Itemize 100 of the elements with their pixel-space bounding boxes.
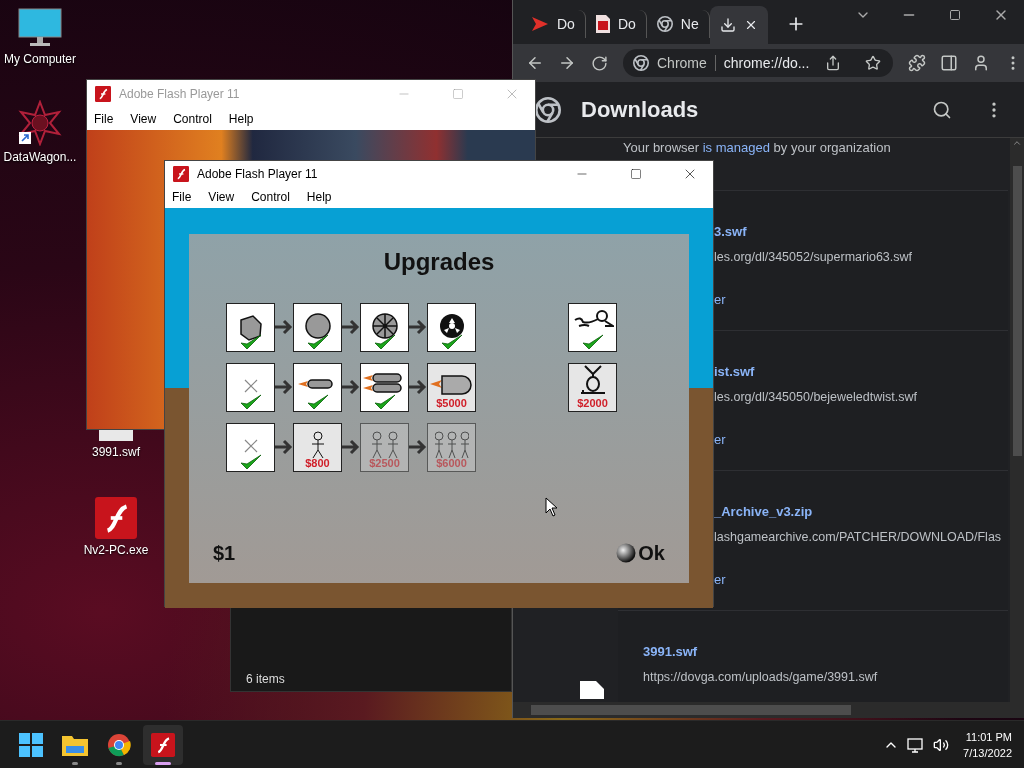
money-amount: $1	[213, 541, 236, 565]
upgrade-tile[interactable]	[293, 362, 342, 412]
upgrade-icon	[430, 374, 472, 395]
desktop-icon-label[interactable]: DataWagon...	[3, 150, 77, 164]
arrow-icon	[275, 379, 293, 395]
upgrade-icon	[574, 309, 614, 328]
upgrade-icon	[240, 314, 262, 341]
upgrade-tile[interactable]	[360, 362, 409, 412]
taskbar-button[interactable]	[143, 724, 183, 765]
upgrade-icon	[311, 430, 325, 459]
file-name-link[interactable]: 3991.swf	[643, 644, 1008, 659]
arrow-icon	[409, 379, 427, 395]
scroll-up-icon[interactable]	[1012, 138, 1022, 148]
flash-app-icon	[173, 165, 189, 182]
address-bar[interactable]: Chrome chrome://do...	[623, 49, 894, 77]
menu-item[interactable]: View	[130, 112, 157, 126]
status-text: 6 items	[245, 672, 285, 688]
download-icon	[719, 17, 736, 33]
browser-tab[interactable]: Ne	[646, 10, 710, 38]
monitor-icon	[18, 8, 62, 48]
checkmark-icon	[582, 333, 604, 350]
managed-notice: Your browser is managed by your organization	[623, 140, 891, 155]
clock-time[interactable]: 11:01 PM	[965, 728, 1012, 745]
volume-icon[interactable]	[933, 736, 950, 753]
managed-link[interactable]: is managed	[702, 140, 770, 155]
chrome-logo-icon	[535, 96, 561, 123]
pdf-file-icon	[595, 15, 610, 33]
flash-app-icon	[94, 497, 138, 539]
upgrade-icon	[580, 364, 606, 395]
show-in-folder-link[interactable]: er	[714, 292, 1008, 307]
arrow-icon	[409, 319, 427, 335]
chrome-logo-icon	[656, 16, 673, 32]
upgrade-icon	[244, 378, 258, 393]
show-in-folder-link[interactable]: er	[714, 432, 1008, 447]
clock-date[interactable]: 7/13/2022	[963, 744, 1012, 761]
chrome-logo-icon[interactable]	[107, 732, 131, 757]
upgrade-icon	[371, 430, 399, 459]
file-url: les.org/dl/345050/bejeweledtwist.swf	[714, 390, 918, 404]
file-url: lashgamearchive.com/PATCHER/DOWNLOAD/Flas	[714, 530, 1003, 544]
upgrade-icon	[298, 378, 333, 389]
mouse-cursor-icon	[545, 497, 559, 517]
upgrade-icon	[305, 312, 331, 339]
upgrade-icon	[244, 438, 258, 453]
browser-tab[interactable]	[709, 6, 768, 44]
page-title: Downloads	[581, 96, 700, 123]
checkmark-icon	[240, 333, 262, 350]
windows-start-icon[interactable]	[19, 732, 43, 757]
browser-tab[interactable]: Do	[521, 10, 586, 38]
ok-button[interactable]: Ok	[616, 541, 665, 565]
file-url: les.org/dl/345052/supermario63.swf	[714, 250, 914, 264]
upgrade-tile[interactable]	[360, 302, 409, 352]
file-name-link[interactable]: 3.swf	[714, 224, 1008, 239]
upgrade-icon	[363, 372, 402, 393]
checkmark-icon	[374, 393, 396, 410]
flash-app-icon[interactable]	[151, 732, 175, 757]
menu-item[interactable]: Control	[173, 112, 212, 126]
checkmark-icon	[441, 333, 463, 350]
upgrade-icon	[435, 430, 469, 459]
file-name-link[interactable]: _Archive_v3.zip	[714, 504, 1008, 519]
upgrade-tile[interactable]	[293, 302, 342, 352]
show-in-folder-link[interactable]: er	[714, 572, 1008, 587]
upgrade-tile[interactable]: $2000	[568, 362, 617, 412]
upgrade-tile[interactable]	[226, 362, 275, 412]
upgrade-tile[interactable]: $800	[293, 422, 342, 472]
vertical-scrollbar[interactable]	[1010, 138, 1024, 718]
upgrade-icon	[372, 312, 398, 339]
checkmark-icon	[307, 333, 329, 350]
file-name-link[interactable]: ist.swf	[714, 364, 1008, 379]
file-icon	[580, 681, 604, 699]
arrow-icon	[342, 379, 360, 395]
arrow-icon	[409, 439, 427, 455]
upgrade-tile[interactable]	[226, 422, 275, 472]
menu-item[interactable]: Help	[306, 190, 332, 204]
checkmark-icon	[307, 393, 329, 410]
upgrade-tile[interactable]	[427, 302, 476, 352]
checkmark-icon	[240, 393, 262, 410]
window-title: Adobe Flash Player 11	[119, 87, 241, 101]
file-url: https://dovga.com/uploads/game/3991.swf	[643, 670, 879, 684]
browser-tab[interactable]: Do	[585, 10, 647, 38]
running-indicator	[72, 761, 78, 765]
menu-item[interactable]: File	[172, 190, 192, 204]
menu-item[interactable]: View	[208, 190, 235, 204]
running-indicator	[116, 761, 122, 765]
desktop-icon-label[interactable]: Nv2-PC.exe	[83, 543, 149, 557]
running-indicator	[155, 761, 171, 765]
menu-item[interactable]: Control	[251, 190, 290, 204]
desktop-icon-label[interactable]: My Computer	[4, 52, 76, 66]
upgrade-tile[interactable]	[568, 302, 617, 352]
desktop-icon-label[interactable]: 3991.swf	[92, 445, 140, 459]
horizontal-scrollbar[interactable]	[513, 702, 1010, 718]
menu-item[interactable]: File	[94, 112, 114, 126]
panel-heading: Upgrades	[383, 247, 495, 276]
folder-icon[interactable]	[62, 733, 88, 756]
window-title: Adobe Flash Player 11	[197, 166, 319, 181]
network-icon[interactable]	[907, 736, 926, 753]
upgrade-tile[interactable]: $5000	[427, 362, 476, 412]
arrow-icon	[275, 439, 293, 455]
arrow-icon	[275, 319, 293, 335]
menu-item[interactable]: Help	[228, 112, 254, 126]
upgrade-tile[interactable]	[226, 302, 275, 352]
